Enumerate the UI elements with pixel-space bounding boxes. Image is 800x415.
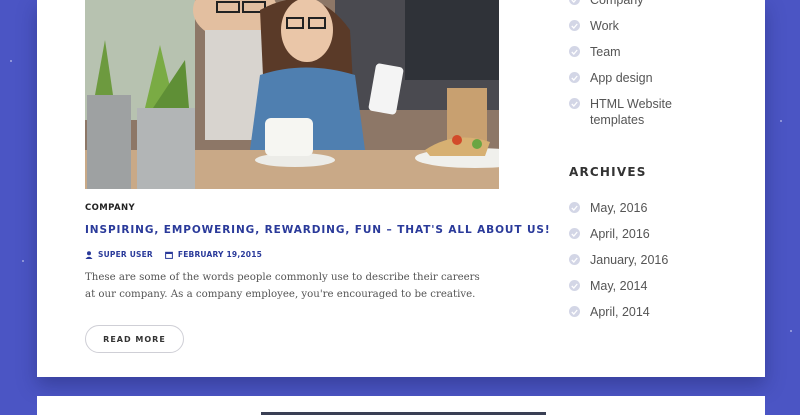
check-circle-icon [569, 20, 580, 31]
sidebar-category-item[interactable]: HTML Website templates [569, 96, 690, 128]
sidebar-category-item[interactable]: Team [569, 44, 690, 60]
check-circle-icon [569, 72, 580, 83]
sidebar-category-label: Work [590, 19, 619, 33]
check-circle-icon [569, 306, 580, 317]
background-dot [22, 260, 24, 262]
archive-label: April, 2016 [590, 227, 650, 241]
archive-item[interactable]: May, 2014 [569, 278, 690, 294]
post-excerpt: These are some of the words people commo… [85, 272, 480, 300]
background-dot [790, 330, 792, 332]
post-image[interactable] [85, 0, 499, 189]
archive-item[interactable]: April, 2016 [569, 226, 690, 242]
check-circle-icon [569, 98, 580, 109]
user-icon [85, 250, 93, 259]
check-circle-icon [569, 46, 580, 57]
post-title[interactable]: INSPIRING, EMPOWERING, REWARDING, FUN – … [85, 224, 551, 236]
sidebar-category-label: HTML Website templates [590, 97, 672, 127]
post-date[interactable]: FEBRUARY 19,2015 [178, 250, 262, 259]
archives-heading: ARCHIVES [569, 165, 647, 179]
post-image-illustration [85, 0, 499, 189]
post-category[interactable]: COMPANY [85, 203, 135, 213]
background-dot [780, 120, 782, 122]
check-circle-icon [569, 254, 580, 265]
sidebar-category-label: Company [590, 0, 644, 7]
post-meta: SUPER USER FEBRUARY 19,2015 [85, 250, 262, 259]
post-author[interactable]: SUPER USER [98, 250, 153, 259]
next-section-card [37, 396, 765, 415]
sidebar-category-label: Team [590, 45, 621, 59]
check-circle-icon [569, 280, 580, 291]
archive-item[interactable]: April, 2014 [569, 304, 690, 320]
sidebar-category-item[interactable]: Work [569, 18, 690, 34]
check-circle-icon [569, 228, 580, 239]
read-more-button[interactable]: READ MORE [85, 325, 184, 353]
archive-label: January, 2016 [590, 253, 669, 267]
check-circle-icon [569, 0, 580, 5]
sidebar-archives-list: May, 2016 April, 2016 January, 2016 May,… [569, 200, 690, 330]
background-dot [10, 60, 12, 62]
archive-item[interactable]: May, 2016 [569, 200, 690, 216]
blog-post-card: COMPANY INSPIRING, EMPOWERING, REWARDING… [37, 0, 765, 377]
archive-label: April, 2014 [590, 305, 650, 319]
sidebar-category-label: App design [590, 71, 653, 85]
calendar-icon [164, 251, 173, 259]
sidebar-category-item[interactable]: Company [569, 0, 690, 8]
sidebar-categories-list: Company Work Team App design HTML Websit… [569, 0, 690, 138]
archive-label: May, 2016 [590, 201, 648, 215]
archive-item[interactable]: January, 2016 [569, 252, 690, 268]
archive-label: May, 2014 [590, 279, 648, 293]
sidebar-category-item[interactable]: App design [569, 70, 690, 86]
check-circle-icon [569, 202, 580, 213]
